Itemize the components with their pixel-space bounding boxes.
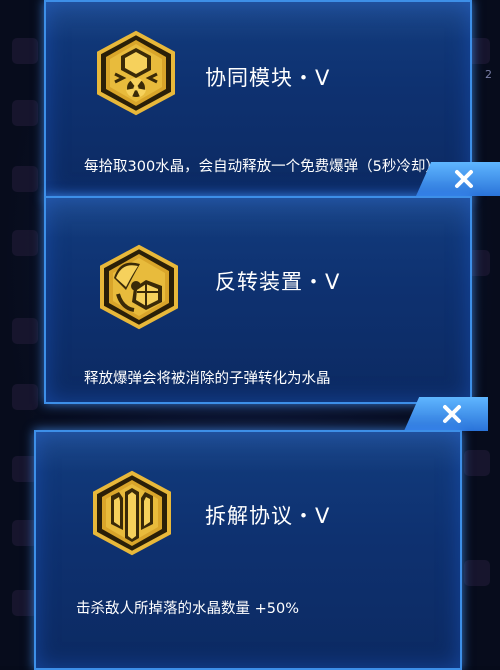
side-item-icon	[464, 560, 490, 586]
card-title: 协同模块・V	[205, 66, 331, 90]
card-title: 反转装置・V	[215, 270, 341, 294]
side-item-icon	[12, 318, 38, 344]
side-item-icon	[12, 230, 38, 256]
side-item-icon	[12, 166, 38, 192]
card-description: 击杀敌人所掉落的水晶数量 +50%	[76, 601, 299, 617]
crystal-stack-icon	[93, 470, 171, 556]
crystal-bomb-icon	[97, 30, 175, 116]
close-icon	[443, 405, 461, 423]
card-description: 每拾取300水晶，会自动释放一个免费爆弹（5秒冷却）	[84, 159, 440, 175]
card-description: 释放爆弹会将被消除的子弹转化为水晶	[84, 371, 331, 387]
radiation-crystal-icon	[100, 244, 178, 330]
card-title: 拆解协议・V	[205, 504, 331, 528]
side-number: 2	[485, 68, 492, 81]
side-item-icon	[464, 450, 490, 476]
side-item-icon	[12, 384, 38, 410]
side-item-icon	[12, 100, 38, 126]
close-icon	[455, 170, 473, 188]
side-item-icon	[12, 38, 38, 64]
